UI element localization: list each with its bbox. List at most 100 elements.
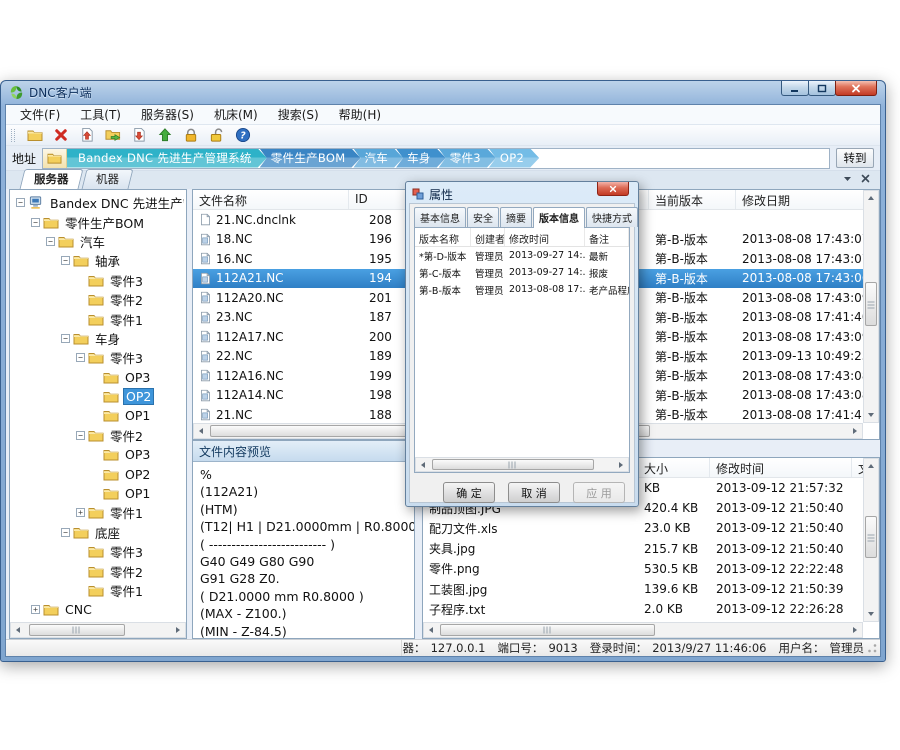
titlebar[interactable]: DNC客户端 bbox=[1, 81, 885, 104]
scroll-thumb[interactable] bbox=[29, 624, 125, 636]
tree-expander[interactable]: − bbox=[61, 334, 70, 343]
file-column-header[interactable]: 当前版本 bbox=[649, 190, 736, 209]
breadcrumb-segment[interactable]: 车身 bbox=[396, 149, 446, 168]
breadcrumb-segment[interactable]: 零件3 bbox=[439, 149, 496, 168]
breadcrumb-folder[interactable] bbox=[43, 149, 67, 168]
tree-node[interactable]: OP2 bbox=[12, 387, 184, 406]
tree-node[interactable]: 零件1 bbox=[12, 309, 184, 328]
cancel-button[interactable]: 取 消 bbox=[508, 482, 560, 503]
tree-expander[interactable]: + bbox=[31, 605, 40, 614]
menu-help[interactable]: 帮助(H) bbox=[329, 104, 391, 125]
version-row[interactable]: 第-C-版本管理员2013-09-27 14:...报废 bbox=[415, 264, 629, 281]
dialog-tab-1[interactable]: 基本信息 bbox=[414, 207, 466, 227]
lock-button[interactable] bbox=[181, 126, 200, 144]
tree-node[interactable]: OP3 bbox=[12, 368, 184, 387]
attachment-row[interactable]: 子程序.txt2.0 KB2013-09-12 22:26:28 bbox=[423, 599, 863, 619]
menu-search[interactable]: 搜索(S) bbox=[268, 104, 329, 125]
scroll-thumb[interactable] bbox=[865, 282, 877, 326]
tree-expander[interactable]: − bbox=[61, 256, 70, 265]
tree-node[interactable]: −Bandex DNC 先进生产管理系统 bbox=[12, 193, 184, 212]
menu-machine[interactable]: 机床(M) bbox=[204, 104, 268, 125]
checkout-button[interactable] bbox=[129, 126, 148, 144]
scroll-up-button[interactable] bbox=[864, 459, 878, 473]
scroll-thumb[interactable] bbox=[432, 459, 594, 470]
scroll-left-button[interactable] bbox=[416, 458, 430, 472]
resize-grip[interactable] bbox=[867, 643, 878, 654]
tree-node[interactable]: 零件3 bbox=[12, 542, 184, 561]
breadcrumb-segment[interactable]: 汽车 bbox=[353, 149, 403, 168]
scroll-down-button[interactable] bbox=[864, 607, 878, 621]
maximize-button[interactable] bbox=[808, 81, 836, 96]
tree-node[interactable]: −汽车 bbox=[12, 232, 184, 251]
tree-node[interactable]: 零件2 bbox=[12, 290, 184, 309]
breadcrumb-segment[interactable]: 零件生产BOM bbox=[260, 149, 361, 168]
menu-server[interactable]: 服务器(S) bbox=[131, 104, 204, 125]
scroll-thumb[interactable] bbox=[865, 516, 877, 558]
tree-node[interactable]: −车身 bbox=[12, 329, 184, 348]
scroll-right-button[interactable] bbox=[171, 623, 185, 637]
tree-node[interactable]: −零件生产BOM bbox=[12, 212, 184, 231]
breadcrumb-segment[interactable]: OP2 bbox=[489, 149, 539, 168]
toolbar-grip[interactable] bbox=[11, 129, 15, 142]
version-row[interactable]: 第-B-版本管理员2013-08-08 17:...老产品程序 bbox=[415, 281, 629, 298]
panel-close-icon[interactable] bbox=[861, 174, 870, 183]
version-row[interactable]: *第-D-版本管理员2013-09-27 14:...最新 bbox=[415, 247, 629, 264]
attachments-vertical-scrollbar[interactable] bbox=[863, 458, 879, 622]
dialog-close-button[interactable] bbox=[597, 182, 629, 196]
scroll-right-button[interactable] bbox=[848, 424, 862, 438]
unlock-button[interactable] bbox=[207, 126, 226, 144]
menu-tools[interactable]: 工具(T) bbox=[70, 104, 131, 125]
new-folder-button[interactable] bbox=[25, 126, 44, 144]
breadcrumb-segment[interactable]: Bandex DNC 先进生产管理系统 bbox=[67, 149, 267, 168]
open-folder-button[interactable] bbox=[103, 126, 122, 144]
go-button[interactable]: 转到 bbox=[836, 148, 874, 168]
version-column-header[interactable]: 创建者 bbox=[471, 228, 505, 246]
tab-servers[interactable]: 服务器 bbox=[20, 169, 83, 189]
file-column-header[interactable]: 文件名称 bbox=[193, 190, 349, 209]
file-column-header[interactable]: 修改日期 bbox=[736, 190, 879, 209]
tree-node[interactable]: OP1 bbox=[12, 406, 184, 425]
scroll-right-button[interactable] bbox=[848, 623, 862, 637]
tree-node[interactable]: +零件1 bbox=[12, 503, 184, 522]
tree-horizontal-scrollbar[interactable] bbox=[10, 622, 186, 638]
tree-node[interactable]: 零件1 bbox=[12, 581, 184, 600]
attachment-row[interactable]: 零件.png530.5 KB2013-09-12 22:22:48 bbox=[423, 559, 863, 579]
tree-expander[interactable]: − bbox=[31, 218, 40, 227]
dialog-tab-5[interactable]: 快捷方式 bbox=[586, 207, 638, 227]
tree-node[interactable]: 零件3 bbox=[12, 271, 184, 290]
tree-expander[interactable]: − bbox=[76, 353, 85, 362]
attachment-row[interactable]: 工装图.jpg139.6 KB2013-09-12 21:50:39 bbox=[423, 579, 863, 599]
scroll-left-button[interactable] bbox=[11, 623, 25, 637]
attachment-row[interactable]: 夹具.jpg215.7 KB2013-09-12 21:50:40 bbox=[423, 539, 863, 559]
dialog-tab-3[interactable]: 摘要 bbox=[500, 207, 532, 227]
tree-node[interactable]: OP2 bbox=[12, 464, 184, 483]
chevron-down-icon[interactable] bbox=[843, 174, 852, 183]
send-button[interactable] bbox=[155, 126, 174, 144]
close-button[interactable] bbox=[835, 81, 877, 96]
tree-expander[interactable]: − bbox=[16, 198, 25, 207]
tree-node[interactable]: −底座 bbox=[12, 523, 184, 542]
help-button[interactable]: ? bbox=[233, 126, 252, 144]
tree-node[interactable]: OP3 bbox=[12, 445, 184, 464]
version-column-header[interactable]: 修改时间 bbox=[505, 228, 585, 246]
minimize-button[interactable] bbox=[781, 81, 809, 96]
attachments-horizontal-scrollbar[interactable] bbox=[423, 622, 863, 638]
tree-node[interactable]: 零件2 bbox=[12, 561, 184, 580]
tree-expander[interactable]: + bbox=[76, 508, 85, 517]
tree-node[interactable]: OP1 bbox=[12, 484, 184, 503]
dialog-horizontal-scrollbar[interactable] bbox=[415, 457, 629, 472]
checkin-button[interactable] bbox=[77, 126, 96, 144]
tree-expander[interactable]: − bbox=[46, 237, 55, 246]
dialog-tab-2[interactable]: 安全 bbox=[467, 207, 499, 227]
attachment-column-header[interactable]: 大小 bbox=[638, 458, 710, 477]
scroll-left-button[interactable] bbox=[194, 424, 208, 438]
delete-button[interactable] bbox=[51, 126, 70, 144]
scroll-up-button[interactable] bbox=[864, 191, 878, 205]
attachment-column-header[interactable]: 修改时间 bbox=[710, 458, 852, 477]
tree-expander[interactable]: − bbox=[76, 431, 85, 440]
scroll-left-button[interactable] bbox=[424, 623, 438, 637]
tree-node[interactable]: −零件2 bbox=[12, 426, 184, 445]
tree-expander[interactable]: − bbox=[61, 528, 70, 537]
dialog-tab-4[interactable]: 版本信息 bbox=[533, 207, 585, 228]
scroll-down-button[interactable] bbox=[864, 408, 878, 422]
